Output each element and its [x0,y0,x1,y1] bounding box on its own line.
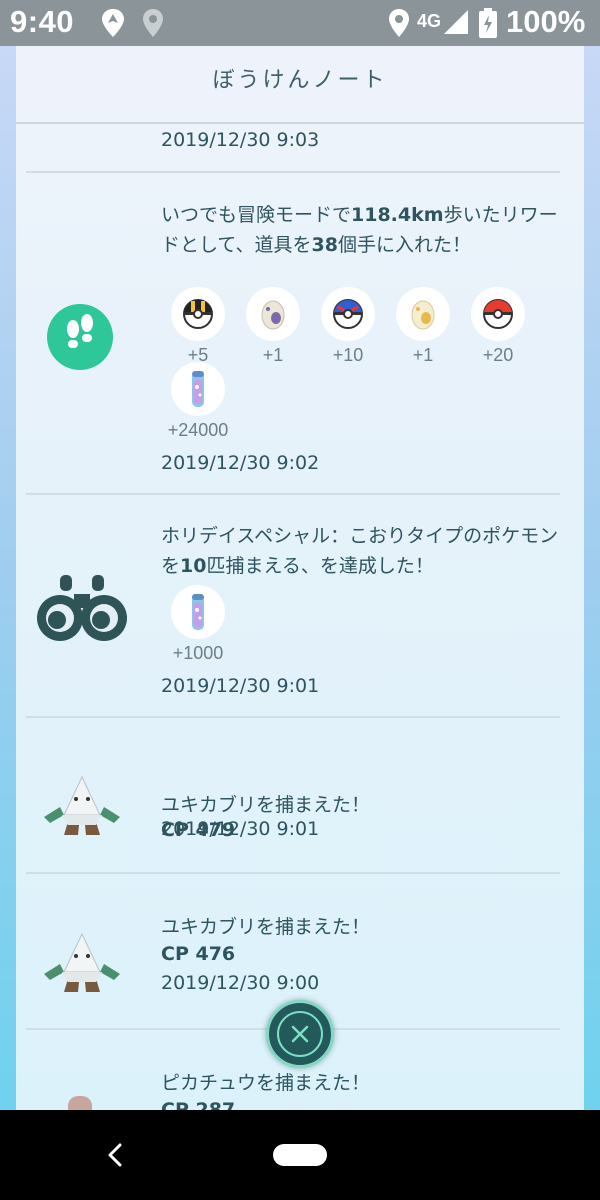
entry-timestamp: 2019/12/30 9:01 [161,675,320,697]
entry-cp: CP 287 [161,1099,236,1110]
divider [26,493,560,495]
snover-icon [42,932,122,1000]
page-title: ぼうけんノート [212,68,388,93]
entry-timestamp: 2019/12/30 9:03 [161,129,320,151]
reward-item: +20 [463,287,533,366]
egg-icon [246,287,300,341]
poke-ball-icon [471,287,525,341]
journal-header: ぼうけんノート [16,46,584,124]
back-icon[interactable] [100,1138,130,1176]
navigation-bar [0,1110,600,1200]
egg-icon [396,287,450,341]
entry-title: ユキカブリを捕まえた！ [161,916,371,938]
entry-title: ピカチュウを捕まえた！ [161,1072,371,1094]
battery-percentage: 100% [506,4,586,39]
signal-icon [444,10,468,38]
reward-item: +5 [163,287,233,366]
reward-item: +1 [238,287,308,366]
divider [26,171,560,173]
close-button[interactable] [266,1000,334,1068]
entry-title: ホリデイスペシャル：こおりタイプのポケモンを10匹捕まえる、を達成した！ [161,525,559,577]
item-count: +10 [332,345,364,365]
pin-icon [142,9,164,41]
stardust-icon [171,362,225,416]
item-count: +1 [262,345,284,365]
snover-icon [42,775,122,843]
stardust-icon [171,585,225,639]
home-button[interactable] [273,1144,327,1166]
reward-item: +1000 [163,585,233,664]
great-ball-icon [321,287,375,341]
status-time: 9:40 [10,4,75,39]
pikachu-icon [68,1096,92,1110]
location-arrow-icon [101,9,125,41]
battery-icon [479,8,497,42]
close-icon [277,1011,323,1057]
status-bar: 9:40 4G 100% [0,0,600,46]
location-icon [388,9,410,41]
ultra-ball-icon [171,287,225,341]
entry-timestamp: 2019/12/30 9:02 [161,452,320,474]
reward-item: +24000 [163,362,233,441]
item-count: +1 [412,345,434,365]
divider [26,716,560,718]
divider [26,872,560,874]
item-count: +20 [482,345,514,365]
entry-cp: CP 476 [161,943,236,965]
item-count: +1000 [172,643,224,663]
binoculars-icon [36,572,128,650]
journal-panel[interactable]: ぼうけんノート 2019/12/30 9:03 いつでも冒険モードで118.4k… [16,46,584,1110]
network-type: 4G [417,11,442,31]
reward-item: +10 [313,287,383,366]
entry-title: いつでも冒険モードで118.4km歩いたリワードとして、道具を38個手に入れた！ [161,204,558,256]
item-count: +24000 [167,420,229,440]
entry-timestamp: 2019/12/30 9:01 [161,818,320,840]
background-right [584,46,600,1110]
entry-timestamp: 2019/12/30 9:00 [161,972,320,994]
reward-item: +1 [388,287,458,366]
footprints-icon [47,304,113,370]
background-left [0,46,16,1110]
